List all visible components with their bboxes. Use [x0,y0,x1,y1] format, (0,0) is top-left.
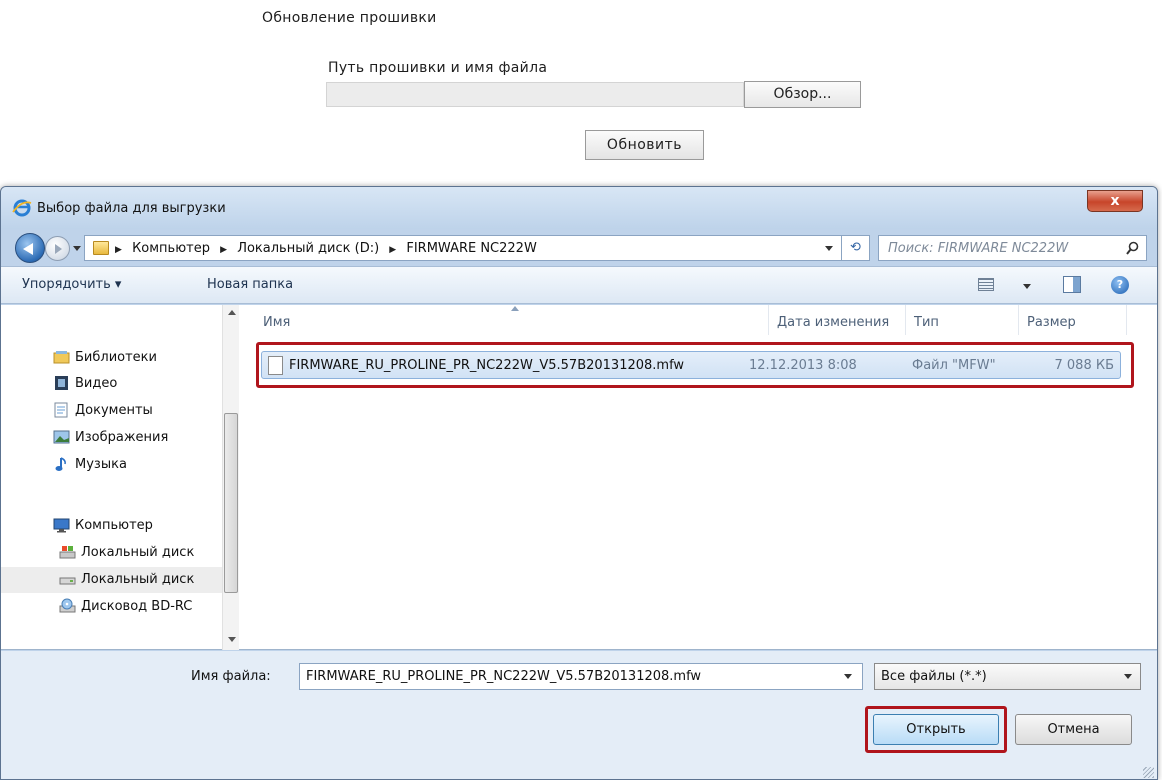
internet-explorer-icon [12,199,32,217]
organize-menu-button[interactable]: Упорядочить ▾ [22,277,121,292]
video-icon [55,376,68,390]
nav-label: Компьютер [75,518,153,533]
images-icon [53,430,70,444]
file-highlight-frame [256,342,1134,388]
nav-label: Локальный диск [81,572,195,587]
music-icon [55,457,66,471]
file-type-selected: Все файлы (*.*) [881,669,987,684]
file-type-select[interactable]: Все файлы (*.*) [874,663,1141,690]
breadcrumb-separator-icon: ▶ [389,245,397,255]
search-icon[interactable] [1126,241,1139,255]
filename-dropdown-icon[interactable] [844,674,852,679]
column-header-name[interactable]: Имя [255,305,769,335]
computer-icon [53,518,70,533]
new-folder-button[interactable]: Новая папка [207,277,293,292]
dialog-body: Библиотеки Видео Документы Изображения М… [1,305,1157,650]
file-open-dialog: Выбор файла для выгрузки x ▶ Компьютер ▶… [0,186,1158,780]
breadcrumb-item-firmware-folder[interactable]: FIRMWARE NC222W [406,241,536,256]
dialog-titlebar[interactable]: Выбор файла для выгрузки x [1,187,1157,229]
refresh-icon[interactable]: ⟲ [842,235,870,261]
column-header-label: Размер [1027,315,1076,330]
resize-grip-icon[interactable] [1143,767,1154,778]
column-header-size[interactable]: Размер [1019,305,1127,335]
column-header-label: Тип [914,315,939,330]
bd-drive-icon [59,598,76,613]
libraries-icon [53,351,70,364]
breadcrumb-item-local-disk[interactable]: Локальный диск (D:) [237,241,379,256]
firmware-path-label: Путь прошивки и имя файла [328,60,548,76]
forward-arrow-icon[interactable] [45,236,70,261]
navigation-pane: Библиотеки Видео Документы Изображения М… [1,305,239,650]
nav-label: Библиотеки [75,350,157,365]
nav-label: Документы [75,403,153,418]
preview-pane-icon[interactable] [1063,276,1081,293]
address-dropdown-icon[interactable] [825,246,833,251]
breadcrumb-item-computer[interactable]: Компьютер [132,241,210,256]
scroll-up-icon[interactable] [228,310,236,315]
breadcrumb-separator-icon: ▶ [220,245,228,255]
address-bar[interactable]: ▶ Компьютер ▶ Локальный диск (D:) ▶ FIRM… [84,235,842,261]
help-icon[interactable]: ? [1111,276,1129,294]
sort-ascending-icon [511,306,519,311]
nav-label: Видео [75,376,118,391]
search-placeholder: Поиск: FIRMWARE NC222W [888,241,1069,256]
local-disk-icon [59,577,76,585]
breadcrumb: ▶ Компьютер ▶ Локальный диск (D:) ▶ FIRM… [115,241,543,256]
page-title: Обновление прошивки [262,10,437,26]
search-input[interactable]: Поиск: FIRMWARE NC222W [878,235,1147,261]
back-arrow-icon[interactable] [15,233,45,263]
browse-button[interactable]: Обзор... [744,81,861,108]
nav-label: Дисковод BD-RC [81,599,193,614]
column-header-label: Дата изменения [777,315,890,330]
breadcrumb-separator-icon: ▶ [115,245,122,255]
open-highlight-frame [865,706,1007,753]
change-view-icon[interactable] [978,278,994,291]
history-dropdown-icon[interactable] [73,246,81,251]
scroll-down-icon[interactable] [228,637,236,642]
firmware-path-input[interactable] [326,82,744,107]
nav-label: Изображения [75,430,169,445]
dialog-footer: Имя файла: FIRMWARE_RU_PROLINE_PR_NC222W… [1,651,1157,779]
nav-label: Локальный диск [81,545,195,560]
filename-label: Имя файла: [191,669,271,684]
folder-icon [93,241,109,255]
cancel-button[interactable]: Отмена [1015,714,1132,745]
column-header-label: Имя [263,315,291,330]
documents-icon [54,402,68,418]
scrollbar-thumb[interactable] [224,413,238,593]
close-button[interactable]: x [1087,190,1143,212]
dialog-title: Выбор файла для выгрузки [37,201,226,216]
nav-item-local-disk-d[interactable]: Локальный диск [1,567,227,593]
local-disk-icon [59,546,76,559]
column-header-date[interactable]: Дата изменения [769,305,906,335]
dialog-toolbar: Упорядочить ▾ Новая папка ? [1,266,1157,304]
view-dropdown-icon[interactable] [1023,284,1031,289]
update-button[interactable]: Обновить [585,130,704,160]
chevron-down-icon [1124,674,1132,679]
nav-scrollbar[interactable] [222,305,239,650]
nav-label: Музыка [75,457,127,472]
column-header-type[interactable]: Тип [906,305,1019,335]
filename-input[interactable]: FIRMWARE_RU_PROLINE_PR_NC222W_V5.57B2013… [299,663,863,690]
navigation-bar: ▶ Компьютер ▶ Локальный диск (D:) ▶ FIRM… [1,229,1157,265]
file-list-pane: Имя Дата изменения Тип Размер FIRMWARE_R… [239,305,1157,650]
